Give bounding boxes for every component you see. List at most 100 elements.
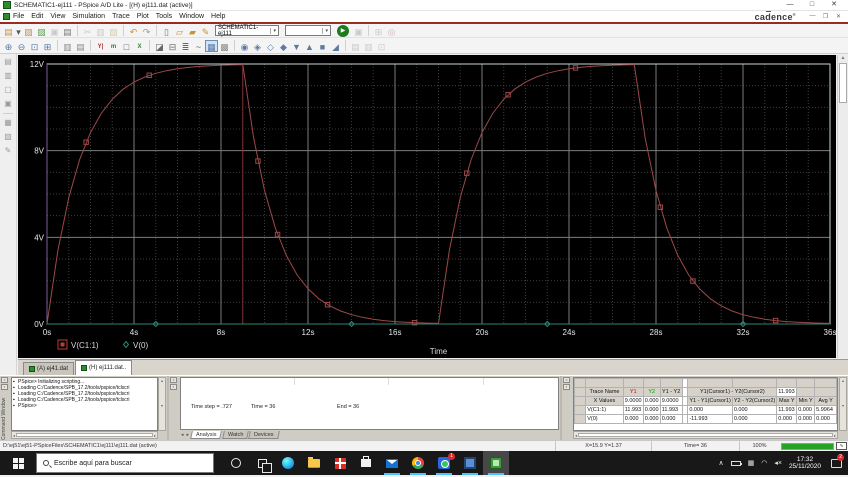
zoom-out-button[interactable]: ⊖ (15, 40, 28, 52)
taskbar-taskview-button[interactable] (249, 451, 275, 475)
tray-devices-icon[interactable]: ▦ (748, 459, 755, 467)
taskbar-mail-button[interactable] (379, 451, 405, 475)
volume-muted-icon[interactable]: ◂× (774, 459, 782, 467)
taskbar-messaging-button[interactable]: 1 (431, 451, 457, 475)
window-layout-button[interactable]: ⊡ (375, 40, 388, 52)
taskbar-search-input[interactable]: Escribe aquí para buscar (36, 453, 214, 473)
cursor-table-vscrollbar[interactable]: ▴▾ (839, 377, 847, 431)
menu-simulation[interactable]: Simulation (72, 13, 105, 20)
cursor-trough-button[interactable]: ◇ (264, 40, 277, 52)
menu-tools[interactable]: Tools (156, 13, 172, 20)
taskbar-photos-button[interactable] (457, 451, 483, 475)
margin-button[interactable]: ▥ (362, 40, 375, 52)
close-button[interactable]: ✕ (823, 0, 845, 10)
command-window-vscrollbar[interactable]: ▴▾ (158, 377, 166, 431)
run-simulation-button[interactable]: ▶ (337, 25, 349, 37)
export-excel-button[interactable]: X (133, 40, 146, 52)
taskbar-store-button[interactable] (353, 451, 379, 475)
plot-tab--a-ej41-dat[interactable]: (A) ej41.dat (23, 362, 74, 375)
cursor-min-button[interactable]: ▼ (290, 40, 303, 52)
plot-tab--h-ej111-dat-[interactable]: (H) ej111.dat.. (75, 360, 132, 375)
plot-canvas[interactable]: 0s4s8s12s16s20s24s28s32s36s0V4V8V12VTime… (18, 55, 836, 358)
sim-tab-watch[interactable]: Watch (222, 431, 249, 439)
search-combo[interactable]: ▾ (285, 25, 331, 36)
menu-file[interactable]: File (13, 13, 24, 20)
command-window-hscrollbar[interactable]: ◂▸ (11, 431, 158, 439)
performance-button[interactable]: ▩ (218, 40, 231, 52)
undo-button[interactable]: ↶ (127, 25, 140, 37)
message-viewer-icon[interactable]: ▤ (2, 56, 14, 68)
save-button[interactable]: ▣ (48, 25, 61, 37)
menu-plot[interactable]: Plot (137, 13, 149, 20)
paste-plot-button[interactable]: ▤ (74, 40, 87, 52)
taskbar-pspice-button[interactable] (483, 451, 509, 475)
print-button[interactable]: ▤ (61, 25, 74, 37)
display-evaluate-button[interactable]: ▦ (205, 40, 218, 52)
window-tile-button[interactable]: ⊞ (372, 25, 385, 37)
sim-tab-devices[interactable]: Devices (248, 431, 279, 439)
cursor-table-hscrollbar[interactable]: ◂▸ (573, 431, 838, 439)
panel-close-button[interactable]: × (1, 377, 8, 383)
new-dropdown[interactable]: ▾ (15, 25, 22, 37)
text-box-button[interactable]: □ (120, 40, 133, 52)
edit-window-icon[interactable]: ▧ (2, 131, 14, 143)
taskbar-cortana-button[interactable] (223, 451, 249, 475)
cursor-search-button[interactable]: ◢ (329, 40, 342, 52)
copy-window-icon[interactable]: ▥ (2, 70, 14, 82)
panel-close-button[interactable]: × (170, 377, 177, 383)
view-output-button[interactable]: ▰ (186, 25, 199, 37)
taskbar-gift-app-button[interactable] (327, 451, 353, 475)
taskbar-chrome-button[interactable] (405, 451, 431, 475)
edit-profile-button[interactable]: ▱ (173, 25, 186, 37)
mark-data-points-button[interactable]: Y| (94, 40, 107, 52)
circuit-file-icon[interactable]: ▣ (2, 98, 14, 110)
panel-close-button[interactable]: × (563, 377, 570, 383)
simulation-profile-combo[interactable]: SCHEMATIC1-ej111▾ (215, 25, 279, 36)
pause-button[interactable]: ▣ (352, 25, 365, 37)
command-window-output[interactable]: ▪PSpice> Initializing scripting...▪Loadi… (11, 377, 158, 431)
text-page-icon[interactable]: ▢ (2, 84, 14, 96)
log-axis-button[interactable]: ≣ (179, 40, 192, 52)
mark-label-button[interactable]: ▤ (349, 40, 362, 52)
add-plot-button[interactable]: ◪ (153, 40, 166, 52)
menu-trace[interactable]: Trace (112, 13, 130, 20)
cursor-table[interactable]: Trace NameY1Y2Y1 - Y2Y1(Cursor1) - Y2(Cu… (573, 377, 838, 431)
cursor-max-button[interactable]: ▲ (303, 40, 316, 52)
tab-scroll-left[interactable]: ◂ (180, 432, 185, 438)
redo-button[interactable]: ↷ (140, 25, 153, 37)
panel-pin-button[interactable]: ▪ (563, 384, 570, 390)
wifi-icon[interactable]: ◠ (761, 459, 767, 467)
fourier-button[interactable]: ~ (192, 40, 205, 52)
open-file-button[interactable]: ▨ (22, 25, 35, 37)
menu-help[interactable]: Help (211, 13, 225, 20)
menu-edit[interactable]: Edit (31, 13, 43, 20)
new-window-icon[interactable]: ▦ (2, 117, 14, 129)
sim-tab-analysis[interactable]: Analysis (190, 431, 222, 439)
taskbar-clock[interactable]: 17:32 25/11/2020 (789, 456, 821, 471)
view-netlist-button[interactable]: ▯ (160, 25, 173, 37)
measurement-button[interactable]: m (107, 40, 120, 52)
taskbar-explorer-button[interactable] (301, 451, 327, 475)
panel-pin-button[interactable]: ▪ (1, 384, 8, 390)
start-button[interactable] (0, 451, 36, 475)
mdi-minimize-button[interactable]: — (806, 13, 819, 20)
copy-button[interactable]: ▥ (94, 25, 107, 37)
battery-icon[interactable] (731, 461, 741, 466)
tray-expand-button[interactable]: ∧ (718, 459, 723, 467)
paste-button[interactable]: ▧ (107, 25, 120, 37)
cursor-peak-button[interactable]: ◈ (251, 40, 264, 52)
open-append-button[interactable]: ▨ (35, 25, 48, 37)
taskbar-edge-button[interactable] (275, 451, 301, 475)
stop-button[interactable]: ◎ (385, 25, 398, 37)
cursor-slope-button[interactable]: ◆ (277, 40, 290, 52)
zoom-in-button[interactable]: ⊕ (2, 40, 15, 52)
mdi-restore-button[interactable]: ❐ (819, 13, 832, 20)
cursor-toggle-button[interactable]: ◉ (238, 40, 251, 52)
annotate-icon[interactable]: ✎ (2, 145, 14, 157)
panel-pin-button[interactable]: ▪ (170, 384, 177, 390)
maximize-button[interactable]: □ (801, 0, 823, 10)
menu-view[interactable]: View (50, 13, 65, 20)
axis-settings-button[interactable]: ⊟ (166, 40, 179, 52)
notification-center-button[interactable]: 2 (828, 454, 844, 472)
cursor-point-button[interactable]: ■ (316, 40, 329, 52)
